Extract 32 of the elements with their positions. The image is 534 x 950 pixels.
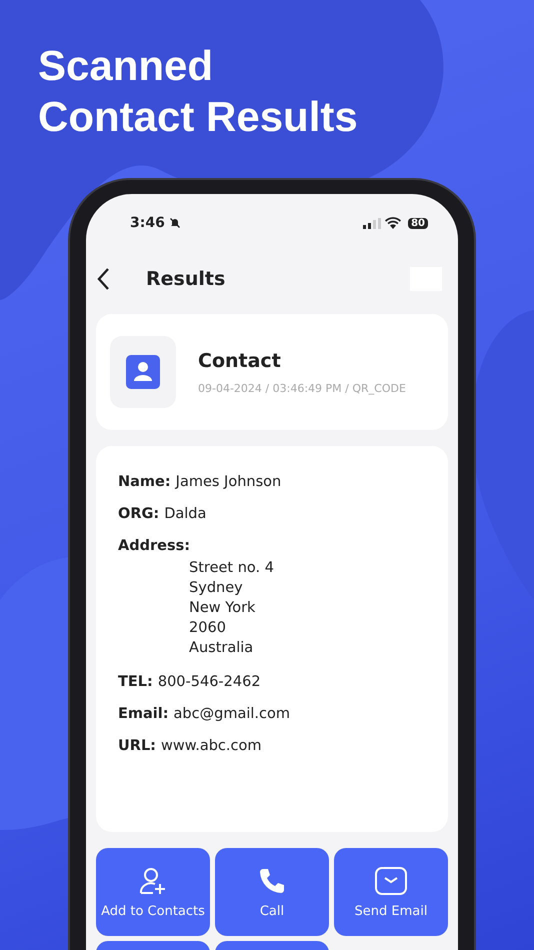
headline: Contact Results <box>38 92 359 142</box>
field-label: Address: <box>118 538 190 556</box>
address-line: New York <box>189 599 256 618</box>
contact-icon <box>110 336 176 408</box>
action-button[interactable]: Add to Contacts <box>96 848 210 936</box>
address-line: Street no. 4 <box>189 559 274 578</box>
field-label: URL: <box>118 738 156 754</box>
address-line: Australia <box>189 639 254 658</box>
address-line: Sydney <box>189 579 244 598</box>
action-button[interactable]: Call <box>215 848 329 936</box>
screen-title: Results <box>146 268 226 290</box>
action-button[interactable]: Send Email <box>334 848 448 936</box>
field-value: 800-546-2462 <box>158 674 261 690</box>
field-value: abc@gmail.com <box>174 706 290 722</box>
field-label: ORG: <box>118 506 160 522</box>
wifi-icon <box>385 217 402 229</box>
field-label: Email: <box>118 706 169 722</box>
envelope-icon <box>374 866 408 896</box>
field-value: www.abc.com <box>160 738 262 754</box>
back-icon[interactable] <box>96 267 110 291</box>
status-time: 3:46 <box>130 215 165 231</box>
field-value: James Johnson <box>176 474 282 490</box>
scan-details: 09-04-2024 / 03:46:49 PM / QR_CODE <box>198 382 406 394</box>
field-label: TEL: <box>118 674 153 690</box>
signal-icon <box>363 218 382 228</box>
address-line: 2060 <box>189 619 227 638</box>
result-type: Contact <box>198 350 282 372</box>
battery-indicator: 80 <box>408 218 428 228</box>
field-label: Name: <box>118 474 171 490</box>
field-value: Dalda <box>164 506 206 522</box>
add-person-icon <box>138 866 168 896</box>
headline: Scanned <box>38 41 214 91</box>
